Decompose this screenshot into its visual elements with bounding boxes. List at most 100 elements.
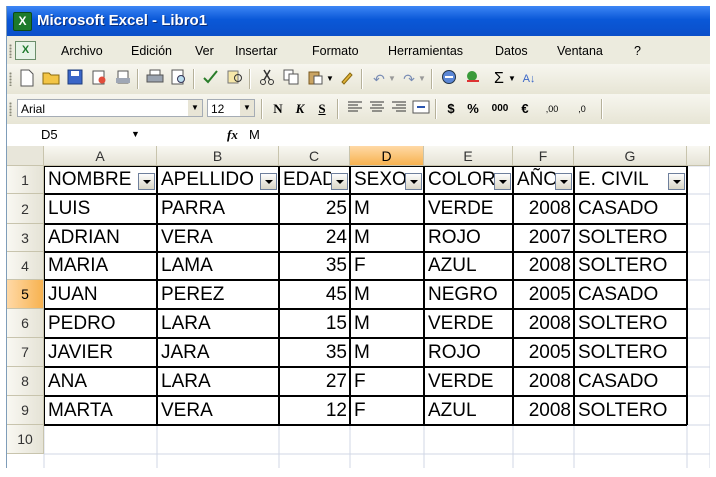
row-header-10[interactable]: 10: [7, 425, 44, 454]
table-cell[interactable]: NEGRO: [426, 280, 512, 309]
table-cell[interactable]: F: [352, 252, 423, 280]
table-cell[interactable]: MARIA: [46, 252, 156, 280]
table-cell[interactable]: ADRIAN: [46, 224, 156, 252]
align-left-icon[interactable]: [345, 99, 365, 119]
toolbar-grip[interactable]: [9, 44, 12, 58]
header-cell[interactable]: E. CIVIL: [576, 166, 668, 194]
table-cell[interactable]: SOLTERO: [576, 396, 686, 425]
paste-dropdown-icon[interactable]: ▼: [325, 69, 335, 89]
row-header-9[interactable]: 9: [7, 396, 44, 425]
table-cell[interactable]: M: [352, 224, 423, 252]
autosum-dropdown-icon[interactable]: ▼: [507, 69, 517, 89]
formula-input[interactable]: M: [249, 124, 260, 145]
column-header-c[interactable]: C: [279, 146, 350, 166]
redo-icon[interactable]: ↷: [399, 69, 419, 89]
cut-icon[interactable]: [257, 69, 277, 89]
align-right-icon[interactable]: [389, 99, 409, 119]
table-cell[interactable]: CASADO: [576, 367, 686, 396]
email-icon[interactable]: [113, 69, 133, 89]
table-cell[interactable]: LUIS: [46, 194, 156, 224]
column-header-e[interactable]: E: [424, 146, 513, 166]
table-cell[interactable]: SOLTERO: [576, 338, 686, 367]
row-header-5[interactable]: 5: [7, 280, 44, 309]
table-cell[interactable]: SOLTERO: [576, 309, 686, 338]
table-cell[interactable]: 35: [281, 252, 349, 280]
header-cell[interactable]: COLOR: [426, 166, 494, 194]
autofilter-dropdown-icon[interactable]: [260, 172, 277, 190]
row-header-1[interactable]: 1: [7, 166, 44, 194]
table-cell[interactable]: 2008: [515, 252, 573, 280]
open-icon[interactable]: [41, 69, 61, 89]
table-cell[interactable]: F: [352, 396, 423, 425]
table-cell[interactable]: 2008: [515, 309, 573, 338]
table-cell[interactable]: 2007: [515, 224, 573, 252]
function-icon[interactable]: fx: [227, 124, 238, 145]
column-header-d[interactable]: D: [350, 146, 424, 166]
workbook-icon[interactable]: X: [15, 41, 36, 60]
table-cell[interactable]: VERDE: [426, 309, 512, 338]
chevron-down-icon[interactable]: ▼: [240, 100, 254, 116]
column-header-empty[interactable]: [687, 146, 710, 166]
table-cell[interactable]: 12: [281, 396, 349, 425]
toolbar-grip[interactable]: [9, 72, 12, 86]
merge-center-icon[interactable]: [411, 99, 431, 119]
table-cell[interactable]: 2005: [515, 338, 573, 367]
table-cell[interactable]: LAMA: [159, 252, 278, 280]
copy-icon[interactable]: [281, 69, 301, 89]
header-cell[interactable]: AÑO: [515, 166, 555, 194]
table-cell[interactable]: VERA: [159, 396, 278, 425]
table-cell[interactable]: SOLTERO: [576, 224, 686, 252]
save-icon[interactable]: [65, 69, 85, 89]
table-cell[interactable]: 2008: [515, 396, 573, 425]
table-cell[interactable]: LARA: [159, 367, 278, 396]
row-header-2[interactable]: 2: [7, 194, 44, 224]
table-cell[interactable]: 15: [281, 309, 349, 338]
autofilter-dropdown-icon[interactable]: [555, 172, 572, 190]
underline-button[interactable]: S: [313, 99, 331, 119]
thousands-button[interactable]: 000: [487, 99, 513, 119]
autofilter-dropdown-icon[interactable]: [331, 172, 348, 190]
table-cell[interactable]: MARTA: [46, 396, 156, 425]
decrease-decimal-button[interactable]: ,0: [569, 99, 595, 119]
table-cell[interactable]: LARA: [159, 309, 278, 338]
align-center-icon[interactable]: [367, 99, 387, 119]
menu-formato[interactable]: Formato: [312, 44, 359, 58]
table-cell[interactable]: AZUL: [426, 252, 512, 280]
bold-button[interactable]: N: [269, 99, 287, 119]
font-size-select[interactable]: 12 ▼: [207, 99, 255, 117]
table-cell[interactable]: PEREZ: [159, 280, 278, 309]
table-cell[interactable]: M: [352, 194, 423, 224]
print-icon[interactable]: [145, 69, 165, 89]
table-cell[interactable]: VERDE: [426, 367, 512, 396]
table-cell[interactable]: ANA: [46, 367, 156, 396]
table-cell[interactable]: JUAN: [46, 280, 156, 309]
table-cell[interactable]: JAVIER: [46, 338, 156, 367]
table-cell[interactable]: 35: [281, 338, 349, 367]
table-cell[interactable]: PEDRO: [46, 309, 156, 338]
undo-icon[interactable]: ↶: [369, 69, 389, 89]
drawing-icon[interactable]: [463, 69, 483, 89]
table-cell[interactable]: VERA: [159, 224, 278, 252]
table-cell[interactable]: 45: [281, 280, 349, 309]
new-icon[interactable]: [17, 69, 37, 89]
column-header-b[interactable]: B: [157, 146, 279, 166]
spelling-icon[interactable]: [201, 69, 221, 89]
hyperlink-icon[interactable]: [439, 69, 459, 89]
menu-datos[interactable]: Datos: [495, 44, 528, 58]
font-name-select[interactable]: Arial ▼: [17, 99, 203, 117]
column-header-a[interactable]: A: [44, 146, 157, 166]
table-cell[interactable]: 2008: [515, 367, 573, 396]
column-header-f[interactable]: F: [513, 146, 574, 166]
table-cell[interactable]: 2008: [515, 194, 573, 224]
menu-help[interactable]: ?: [634, 44, 641, 58]
increase-decimal-button[interactable]: ,00: [539, 99, 565, 119]
chevron-down-icon[interactable]: ▼: [131, 124, 140, 145]
table-cell[interactable]: SOLTERO: [576, 252, 686, 280]
permission-icon[interactable]: [89, 69, 109, 89]
toolbar-grip[interactable]: [9, 102, 12, 116]
italic-button[interactable]: K: [291, 99, 309, 119]
row-header-7[interactable]: 7: [7, 338, 44, 367]
autofilter-dropdown-icon[interactable]: [494, 172, 511, 190]
table-cell[interactable]: VERDE: [426, 194, 512, 224]
header-cell[interactable]: EDAD: [281, 166, 331, 194]
